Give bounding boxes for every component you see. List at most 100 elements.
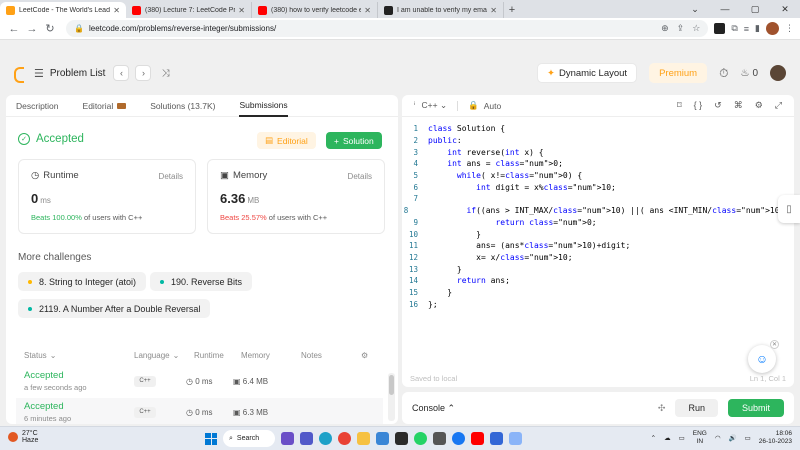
chrome-icon[interactable] <box>338 432 351 445</box>
challenge-pill[interactable]: 2119. A Number After a Double Reversal <box>18 299 211 318</box>
chevron-up-icon[interactable]: ⌃ <box>651 434 656 442</box>
runtime-card[interactable]: ◷ Runtime Details 0 ms Beats 100.00% of us… <box>18 159 196 234</box>
reset-icon[interactable]: ↺ <box>714 100 722 111</box>
reload-icon[interactable]: ↻ <box>42 21 58 37</box>
profile-avatar[interactable] <box>766 22 779 35</box>
app-icon[interactable] <box>490 432 503 445</box>
close-icon[interactable]: ✕ <box>490 6 497 15</box>
shuffle-icon[interactable]: ⤨ <box>161 68 169 79</box>
zoom-icon[interactable]: ⊕ <box>661 23 669 34</box>
code-line[interactable]: 5 while( x!=class="num">0) { <box>402 170 794 182</box>
table-row[interactable]: Accepted a few seconds ago C++ ◷ 0 ms ▣ … <box>16 367 383 395</box>
user-avatar[interactable] <box>770 65 786 81</box>
forward-icon[interactable]: → <box>24 21 40 37</box>
browser-tab-youtube-lecture[interactable]: (380) Lecture 7: LeetCode Probl ✕ <box>126 2 252 18</box>
close-window-icon[interactable]: ✕ <box>770 0 800 18</box>
new-tab-icon[interactable]: + <box>504 2 520 18</box>
runtime-details-link[interactable]: Details <box>159 172 183 181</box>
language-indicator[interactable]: ENG IN <box>693 430 707 446</box>
dynamic-layout-button[interactable]: ✦ Dynamic Layout <box>536 63 638 83</box>
code-line[interactable]: 10 } <box>402 228 794 240</box>
column-status[interactable]: Status ⌄ <box>24 351 134 360</box>
sidebar-icon[interactable]: ▮ <box>755 23 760 34</box>
app-icon[interactable] <box>395 432 408 445</box>
back-icon[interactable]: ← <box>6 21 22 37</box>
browser-tab-leetcode[interactable]: LeetCode - The World's Leading ✕ <box>0 2 126 18</box>
code-line[interactable]: 4 int ans = class="num">0; <box>402 158 794 170</box>
challenge-pill[interactable]: 8. String to Integer (atoi) <box>18 272 147 291</box>
close-icon[interactable]: ✕ <box>238 6 245 15</box>
code-area[interactable]: 1 class Solution {2 public: 3 int reverse(i… <box>402 123 794 310</box>
submit-button[interactable]: Submit <box>727 399 784 417</box>
chevron-down-icon[interactable]: ⌄ <box>680 0 710 18</box>
close-icon[interactable]: ✕ <box>364 6 371 15</box>
bookmark-icon[interactable]: ⌑ <box>677 100 682 111</box>
cloud-icon[interactable]: ☁ <box>664 434 671 442</box>
store-icon[interactable] <box>376 432 389 445</box>
tab-submissions[interactable]: Submissions <box>239 95 288 117</box>
submissions-scrollbar[interactable] <box>388 373 395 421</box>
windows-start-icon[interactable] <box>205 432 217 445</box>
shortcut-icon[interactable]: ⌘ <box>734 100 743 111</box>
console-toggle[interactable]: Console ⌃ <box>412 403 455 414</box>
table-row[interactable]: Accepted 6 minutes ago C++ ◷ 0 ms ▣ 6.3 … <box>16 398 383 424</box>
app-icon[interactable] <box>509 432 522 445</box>
maximize-icon[interactable]: ▢ <box>740 0 770 18</box>
code-line[interactable]: 14 return ans; <box>402 275 794 287</box>
premium-button[interactable]: Premium <box>649 63 708 83</box>
app-icon[interactable] <box>433 432 446 445</box>
close-icon[interactable]: ✕ <box>113 6 120 15</box>
braces-format-icon[interactable]: { } <box>694 100 703 111</box>
code-line[interactable]: 8 if((ans > INT_MAX/class="num">10) ||( … <box>402 205 794 217</box>
settings-gear-icon[interactable]: ⚙ <box>755 100 763 111</box>
file-explorer-icon[interactable] <box>357 432 370 445</box>
code-line[interactable]: 2 public: <box>402 135 794 147</box>
challenge-pill[interactable]: 190. Reverse Bits <box>150 272 253 291</box>
minimize-icon[interactable]: — <box>710 0 740 18</box>
language-select[interactable]: C++ ⌄ <box>422 100 448 111</box>
bookmark-star-icon[interactable]: ☆ <box>692 23 700 34</box>
autocomplete-mode[interactable]: Auto <box>484 101 502 111</box>
debug-icon[interactable]: ✣ <box>658 403 666 414</box>
prev-problem-chevron-icon[interactable]: ‹ <box>113 65 130 81</box>
meet-icon[interactable] <box>281 432 294 445</box>
facebook-icon[interactable] <box>452 432 465 445</box>
clock[interactable]: 18:06 26-10-2023 <box>759 430 792 446</box>
weather-widget[interactable]: 27°C Haze <box>8 430 38 444</box>
problem-list-button[interactable]: ☰ Problem List <box>34 67 105 80</box>
tab-description[interactable]: Description <box>16 95 59 117</box>
expand-icon[interactable]: ⤢ <box>775 100 782 111</box>
code-line[interactable]: 1 class Solution { <box>402 123 794 135</box>
code-line[interactable]: 9 return class="num">0; <box>402 217 794 229</box>
code-line[interactable]: 6 int digit = x%class="num">10; <box>402 181 794 193</box>
memory-card[interactable]: ▣ Memory Details 6.36 MB Beats 25.57% of u… <box>207 159 385 234</box>
code-line[interactable]: 15 } <box>402 287 794 299</box>
onedrive-icon[interactable]: ▭ <box>679 434 685 442</box>
kebab-menu-icon[interactable]: ⋮ <box>785 23 794 34</box>
url-input[interactable]: 🔒 leetcode.com/problems/reverse-integer/… <box>66 20 709 37</box>
column-language[interactable]: Language ⌄ <box>134 351 194 360</box>
code-line[interactable]: 16}; <box>402 298 794 310</box>
menu-lines-icon[interactable]: ≡ <box>744 24 749 34</box>
code-line[interactable]: 13 } <box>402 263 794 275</box>
wifi-icon[interactable]: ◠ <box>715 434 721 442</box>
browser-tab-youtube-verify[interactable]: (380) how to verify leetcode em ✕ <box>252 2 378 18</box>
whatsapp-icon[interactable] <box>414 432 427 445</box>
side-note-icon[interactable]: ▯ <box>778 195 800 223</box>
code-line[interactable]: 11 ans= (ans*class="num">10)+digit; <box>402 240 794 252</box>
row-status[interactable]: Accepted <box>24 401 126 412</box>
row-status[interactable]: Accepted <box>24 370 126 381</box>
settings-gear-icon[interactable]: ⚙ <box>361 351 368 360</box>
run-button[interactable]: Run <box>675 399 718 417</box>
close-icon[interactable]: ✕ <box>770 340 779 349</box>
volume-icon[interactable]: 🔊 <box>729 434 737 442</box>
extension-icon[interactable] <box>714 23 726 34</box>
memory-details-link[interactable]: Details <box>348 172 372 181</box>
youtube-icon[interactable] <box>471 432 484 445</box>
leetcode-logo-icon[interactable] <box>12 66 26 83</box>
battery-icon[interactable]: ▭ <box>745 434 751 442</box>
streak-counter[interactable]: ♨ 0 <box>740 68 758 79</box>
share-icon[interactable]: ⇪ <box>677 23 685 34</box>
teams-icon[interactable] <box>300 432 313 445</box>
tab-editorial[interactable]: Editorial <box>83 95 127 117</box>
